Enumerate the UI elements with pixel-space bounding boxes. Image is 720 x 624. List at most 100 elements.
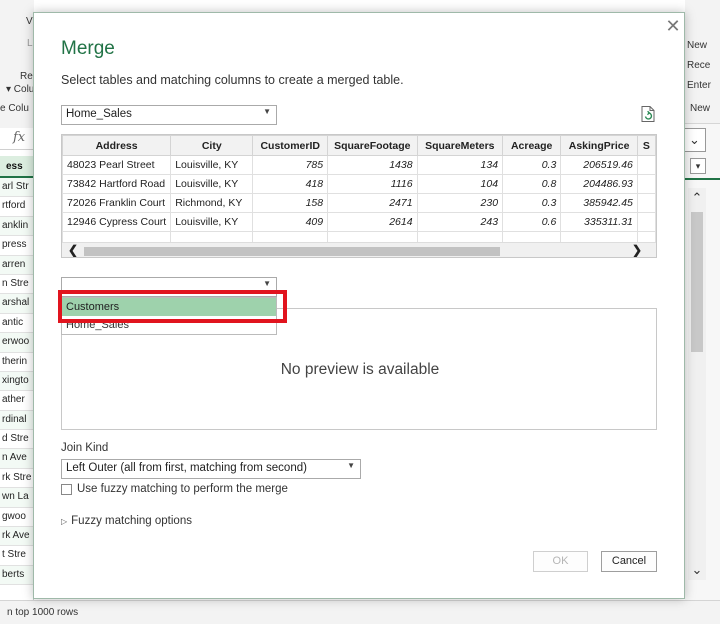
table-cell: 0.3 [502,155,562,175]
ribbon-fragment[interactable]: Enter [687,80,711,91]
table-row[interactable]: 72026 Franklin Court Richmond, KY 158 2471 2… [62,193,656,213]
horizontal-scrollbar[interactable]: ❮ ❯ [62,242,656,257]
table-cell: 418 [252,174,329,194]
column-header[interactable]: SquareMeters [416,135,504,156]
grid-row[interactable]: arshal [0,294,33,314]
refresh-preview-icon[interactable] [639,105,657,123]
table-cell: 2471 [327,193,418,213]
excel-ribbon-right: New Rece Enter New [685,0,720,124]
grid-row[interactable]: therin [0,353,33,372]
join-kind-label: Join Kind [61,442,109,454]
grid-row[interactable]: xingto [0,371,33,392]
table-cell: 335311.31 [560,212,638,232]
grid-row[interactable]: gwoo [0,508,33,528]
table-cell [636,193,656,213]
status-bar: n top 1000 rows [0,600,720,624]
column-header[interactable]: CustomerID [252,135,329,156]
table-cell: 158 [252,193,329,213]
grid-row[interactable]: rtford [0,197,33,217]
ribbon-fragment: V [26,16,33,27]
table-cell: 785 [252,155,329,175]
column-header[interactable]: S [636,135,656,156]
column-filter-icon[interactable]: ▾ [690,158,706,174]
table-cell: 1116 [327,174,418,194]
annotation-highlight-box [58,290,287,323]
table-row[interactable]: 73842 Hartford Road Louisville, KY 418 1116… [62,174,656,194]
join-kind-select[interactable]: Left Outer (all from first, matching fro… [61,459,361,479]
formula-bar[interactable]: fx [0,128,34,150]
fuzzy-options-expander[interactable]: ▷ Fuzzy matching options [61,515,192,527]
table-cell: 104 [416,174,504,194]
ribbon-fragment: L [27,38,33,49]
grid-row[interactable]: wn La [0,488,33,508]
column-header[interactable]: SquareFootage [327,135,418,156]
ok-button[interactable]: OK [533,551,588,572]
table-cell: 243 [416,212,504,232]
first-table-value: Home_Sales [66,108,132,120]
table-cell: 73842 Hartford Road [62,174,172,194]
triangle-right-icon: ▷ [61,517,68,526]
grid-row[interactable]: rdinal [0,410,33,431]
ribbon-fragment[interactable]: ▾ Colu [6,84,34,95]
grid-row[interactable]: press [0,236,33,256]
table-row[interactable]: 48023 Pearl Street Louisville, KY 785 1438 1… [62,155,656,175]
merge-dialog: ✕ Merge Select tables and matching colum… [33,12,685,599]
fuzzy-matching-checkbox[interactable] [61,484,72,495]
table-cell: 12946 Cypress Court [62,212,172,232]
scrollbar-thumb[interactable] [84,247,500,256]
table-cell: 230 [416,193,504,213]
ribbon-fragment[interactable]: e Colu [0,103,29,114]
excel-ribbon-left: V L Re ▾ Colu e Colu [0,0,34,148]
ribbon-fragment[interactable]: Re [20,71,33,82]
grid-row[interactable]: n Ave [0,449,33,469]
grid-row[interactable]: rk Stre [0,469,33,489]
grid-column-header[interactable]: ess [0,156,33,178]
fuzzy-options-label: Fuzzy matching options [71,515,192,527]
ribbon-fragment[interactable]: New [690,103,710,114]
fx-icon: fx [13,130,26,145]
grid-row[interactable]: n Stre [0,275,33,295]
grid-row[interactable]: arren [0,255,33,275]
table-cell: Richmond, KY [170,193,254,213]
table-cell: 134 [416,155,504,175]
vertical-scrollbar[interactable]: ⌃ ⌄ [688,188,706,580]
grid-row[interactable]: ather [0,391,33,411]
grid-row[interactable]: arl Str [0,178,33,198]
ribbon-fragment[interactable]: New [687,40,707,51]
scrollbar-thumb[interactable] [691,212,703,352]
table-cell [636,155,656,175]
chevron-left-icon[interactable]: ❮ [68,243,78,257]
table-cell: 409 [252,212,329,232]
dialog-title: Merge [61,38,115,59]
table-cell: 0.8 [502,174,562,194]
first-table-select[interactable]: Home_Sales ▼ [61,105,277,125]
chevron-down-icon[interactable]: ⌄ [688,562,706,578]
chevron-up-icon[interactable]: ⌃ [688,190,706,206]
grid-row[interactable]: anklin [0,216,33,237]
chevron-down-icon: ▼ [263,279,271,288]
grid-row[interactable]: berts [0,565,33,586]
table-cell: 0.6 [502,212,562,232]
column-header[interactable]: AskingPrice [560,135,638,156]
table-cell: 72026 Franklin Court [62,193,172,213]
fuzzy-matching-label[interactable]: Use fuzzy matching to perform the merge [77,483,288,495]
table-cell: 0.3 [502,193,562,213]
chevron-right-icon[interactable]: ❯ [632,243,642,257]
join-kind-value: Left Outer (all from first, matching fro… [66,462,307,474]
table-cell: 206519.46 [560,155,638,175]
ribbon-fragment[interactable]: Rece [687,60,710,71]
grid-row[interactable]: d Stre [0,430,33,450]
grid-row[interactable]: antic [0,314,33,334]
column-header[interactable]: Acreage [502,135,562,156]
table-row[interactable]: 12946 Cypress Court Louisville, KY 409 2614… [62,212,656,232]
grid-row[interactable]: erwoo [0,333,33,353]
grid-row[interactable]: rk Ave [0,527,33,547]
close-icon[interactable]: ✕ [662,15,684,37]
chevron-down-icon[interactable]: ⌄ [683,128,706,152]
cancel-button[interactable]: Cancel [601,551,657,572]
column-header[interactable]: City [170,135,254,156]
preview-table: Address City CustomerID SquareFootage Square… [62,135,656,251]
query-preview-grid: ess arl Str rtford anklin press arren n Stre a… [0,156,34,600]
grid-row[interactable]: t Stre [0,546,33,566]
column-header[interactable]: Address [62,135,172,156]
